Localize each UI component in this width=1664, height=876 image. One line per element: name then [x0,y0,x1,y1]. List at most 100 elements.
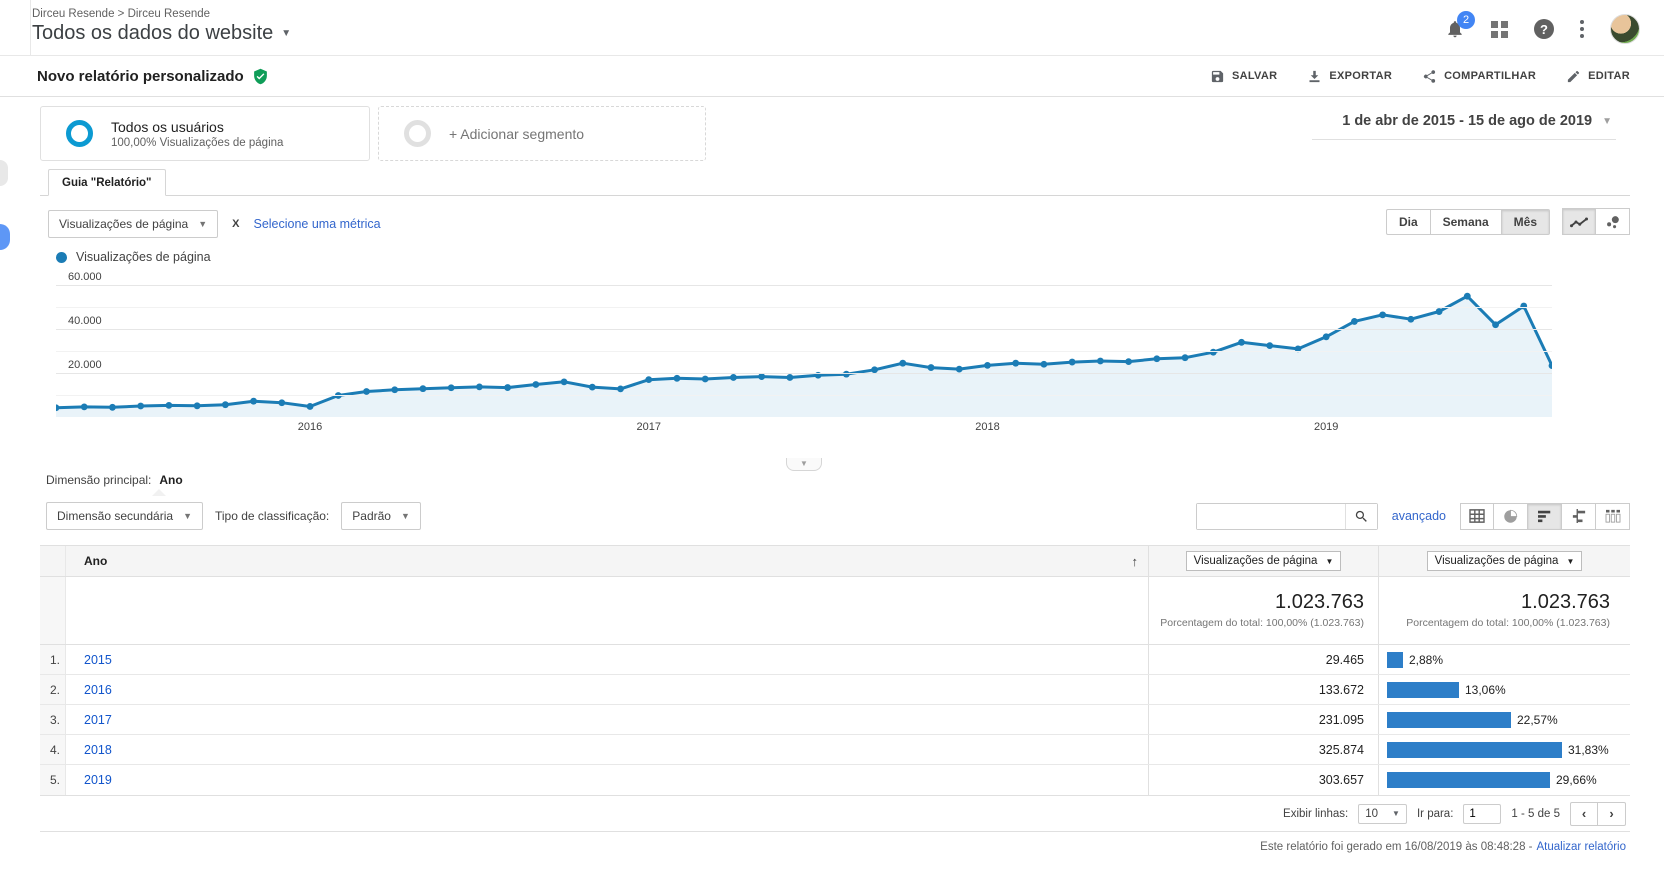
percentage-bar [1387,652,1403,668]
edit-button[interactable]: EDITAR [1566,69,1630,84]
report-title: Novo relatório personalizado [37,68,244,85]
year-link[interactable]: 2015 [84,653,112,667]
export-button[interactable]: EXPORTAR [1307,69,1392,84]
granularity-month[interactable]: Mês [1502,209,1550,235]
metric-column-2-dropdown[interactable]: Visualizações de página▼ [1427,551,1583,571]
secondary-dimension-label: Dimensão secundária [57,509,173,523]
legend-label: Visualizações de página [76,250,211,264]
table-row: 4.2018325.87431,83% [40,735,1630,765]
data-view-button[interactable] [1460,503,1494,530]
metric-picker-row: Visualizações de página ▼ X Selecione um… [40,196,1630,240]
breadcrumb[interactable]: Dirceu Resende > Dirceu Resende [32,8,1664,20]
advanced-filter-link[interactable]: avançado [1392,509,1446,523]
table-grid-icon [1469,509,1485,523]
percentage-value: 22,57% [1517,713,1558,727]
year-link[interactable]: 2016 [84,683,112,697]
chevron-down-icon: ▼ [1392,809,1400,818]
export-button-label: EXPORTAR [1329,70,1392,82]
date-range-selector[interactable]: 1 de abr de 2015 - 15 de ago de 2019 ▼ [1312,113,1616,140]
annotations-expander[interactable]: ▼ [786,458,822,471]
select-metric-link[interactable]: Selecione uma métrica [253,217,380,231]
pencil-icon [1566,69,1581,84]
report-action-bar: Novo relatório personalizado SALVAR EXPO… [0,56,1664,97]
share-button-label: COMPARTILHAR [1444,70,1536,82]
chart-plot-area: 20.000 40.000 60.000 [56,272,1552,417]
share-icon [1422,69,1437,84]
primary-dimension-label: Dimensão principal: [46,473,151,487]
pivot-view-button[interactable] [1596,503,1630,530]
segment-all-users[interactable]: Todos os usuários 100,00% Visualizações … [40,106,370,161]
gridline-minor [56,351,1552,352]
add-segment-label: + Adicionar segmento [449,126,584,142]
performance-view-button[interactable] [1528,503,1562,530]
motion-chart-view-button[interactable] [1596,208,1630,235]
left-nav-edge [0,0,8,876]
line-chart-view-button[interactable] [1562,208,1596,235]
granularity-week[interactable]: Semana [1431,209,1502,235]
year-link[interactable]: 2019 [84,773,112,787]
search-button[interactable] [1345,504,1377,529]
table-totals-row: 1.023.763 Porcentagem do total: 100,00% … [40,577,1630,645]
previous-page-button[interactable]: ‹ [1570,802,1598,826]
row-number: 2. [40,675,66,704]
percentage-value: 13,06% [1465,683,1506,697]
help-icon[interactable]: ? [1534,19,1554,39]
y-axis-tick-label: 60.000 [68,271,102,283]
metric-dropdown[interactable]: Visualizações de página ▼ [48,210,218,238]
goto-page-label: Ir para: [1417,808,1453,820]
rows-per-page-value: 10 [1365,808,1378,820]
shield-check-icon [252,68,269,85]
row-number: 1. [40,645,66,674]
x-axis-tick-label: 2019 [1314,421,1338,433]
goto-page-input[interactable] [1463,804,1501,824]
rows-per-page-select[interactable]: 10 ▼ [1358,804,1407,824]
apps-grid-icon[interactable] [1491,21,1508,38]
generated-text: Este relatório foi gerado em 16/08/2019 … [1260,841,1532,853]
next-page-button[interactable]: › [1598,802,1626,826]
add-segment-button[interactable]: + Adicionar segmento [378,106,706,161]
report-table: Ano ↑ Visualizações de página▼ Visualiza… [40,545,1630,796]
pageviews-value: 133.672 [1319,683,1364,697]
chevron-down-icon: ▼ [1566,557,1574,566]
primary-dimension-value[interactable]: Ano [159,473,182,487]
gridline-major: 20.000 [56,373,1552,374]
chevron-down-icon[interactable]: ▼ [281,28,291,39]
table-view-switch [1460,503,1630,530]
segment-ring-icon [66,120,93,147]
percentage-view-button[interactable] [1494,503,1528,530]
percentage-value: 29,66% [1556,773,1597,787]
tab-relatorio[interactable]: Guia "Relatório" [48,169,166,196]
dimension-column-header[interactable]: Ano [84,554,107,568]
sort-type-dropdown[interactable]: Padrão ▼ [341,502,421,530]
sort-type-value: Padrão [352,509,391,523]
avatar[interactable] [1610,14,1640,44]
notifications-button[interactable]: 2 [1445,19,1465,39]
y-axis-tick-label: 40.000 [68,315,102,327]
save-button[interactable]: SALVAR [1210,69,1277,84]
bar-chart-icon [1537,509,1553,523]
year-link[interactable]: 2018 [84,743,112,757]
chevron-down-icon: ▼ [1325,557,1333,566]
nav-edge-artifact [0,160,8,186]
segment-title: Todos os usuários [111,119,283,135]
gridline-major: 60.000 [56,285,1552,286]
comparison-view-button[interactable] [1562,503,1596,530]
chevron-right-icon: › [1609,806,1613,821]
metric-column-1-dropdown[interactable]: Visualizações de página▼ [1186,551,1342,571]
granularity-day[interactable]: Dia [1386,209,1431,235]
download-icon [1307,69,1322,84]
date-range-text: 1 de abr de 2015 - 15 de ago de 2019 [1342,113,1592,129]
report-tabs: Guia "Relatório" [40,169,1630,196]
kebab-menu-icon[interactable] [1580,20,1584,38]
year-link[interactable]: 2017 [84,713,112,727]
share-button[interactable]: COMPARTILHAR [1422,69,1536,84]
refresh-report-link[interactable]: Atualizar relatório [1537,841,1626,853]
row-number: 3. [40,705,66,734]
metric-vs-label: X [232,218,239,230]
pageviews-value: 231.095 [1319,713,1364,727]
sort-type-label: Tipo de classificação: [215,509,329,523]
pageviews-value: 325.874 [1319,743,1364,757]
secondary-dimension-dropdown[interactable]: Dimensão secundária ▼ [46,502,203,530]
sort-ascending-icon[interactable]: ↑ [1132,554,1139,569]
search-input[interactable] [1197,504,1345,529]
